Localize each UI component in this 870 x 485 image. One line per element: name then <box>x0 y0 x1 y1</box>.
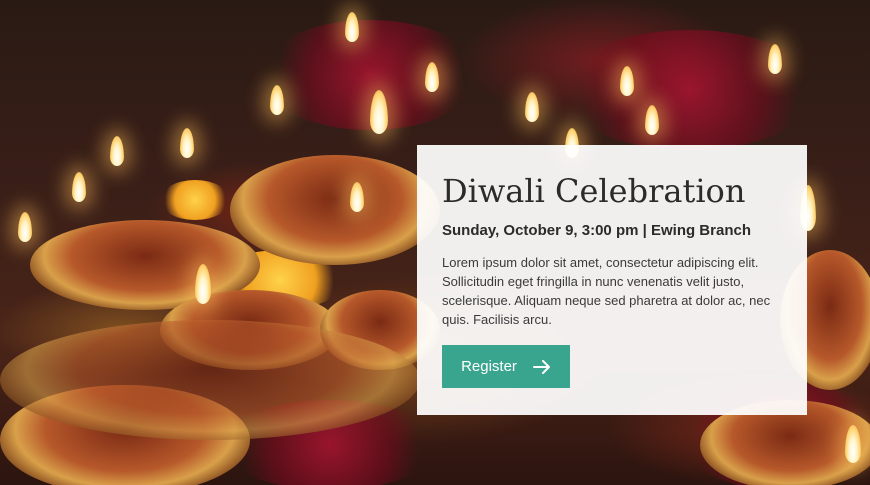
flame-icon <box>180 128 194 158</box>
marigold-decoration <box>160 180 230 220</box>
flame-icon <box>72 172 86 202</box>
event-card: Diwali Celebration Sunday, October 9, 3:… <box>417 145 807 415</box>
register-button[interactable]: Register <box>442 345 570 388</box>
flame-icon <box>18 212 32 242</box>
event-description: Lorem ipsum dolor sit amet, consectetur … <box>442 255 771 327</box>
event-date-location: Sunday, October 9, 3:00 pm | Ewing Branc… <box>442 222 751 239</box>
arrow-right-icon <box>532 359 550 374</box>
petals-decoration <box>560 30 820 150</box>
flame-icon <box>110 136 124 166</box>
diya-lamp <box>230 155 440 265</box>
flame-icon <box>525 92 539 122</box>
flame-icon <box>345 12 359 42</box>
register-button-label: Register <box>461 358 517 375</box>
diya-lamp <box>0 320 420 440</box>
event-title: Diwali Celebration <box>442 172 746 210</box>
